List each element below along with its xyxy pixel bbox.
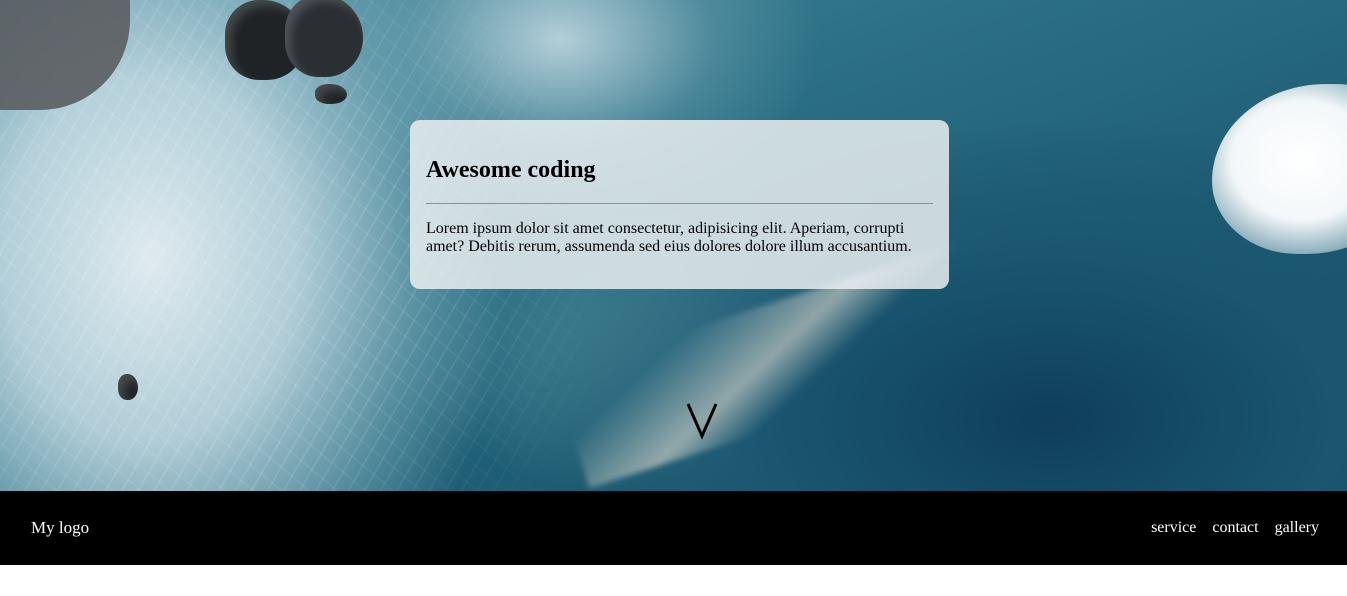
nav-link-gallery[interactable]: gallery [1275, 518, 1319, 538]
hero-background: Awesome coding Lorem ipsum dolor sit ame… [0, 0, 1347, 491]
navbar: My logo service contact gallery [0, 491, 1347, 565]
logo-link[interactable]: My logo [31, 518, 89, 538]
card-title: Awesome coding [426, 157, 596, 183]
nav-links: service contact gallery [1151, 518, 1319, 538]
rock [315, 84, 347, 104]
chevron-down-icon[interactable] [685, 400, 719, 440]
rock [285, 0, 363, 77]
card-divider [426, 203, 933, 204]
hero-card: Awesome coding Lorem ipsum dolor sit ame… [410, 120, 949, 289]
nav-link-service[interactable]: service [1151, 518, 1196, 538]
nav-link-contact[interactable]: contact [1212, 518, 1258, 538]
rock [118, 374, 138, 400]
card-body-text: Lorem ipsum dolor sit amet consectetur, … [426, 220, 912, 255]
